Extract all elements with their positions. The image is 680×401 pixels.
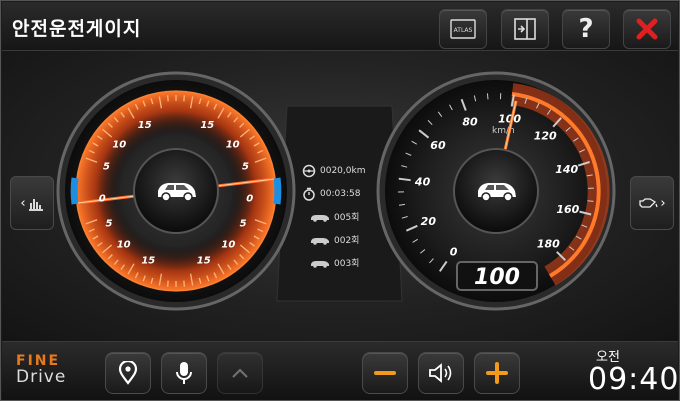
trip-stats: 0020,0km 00:03:58 005회 002회 003회 [302, 159, 392, 274]
brand-logo: FINE Drive [16, 353, 67, 387]
left-gauge-tick-label: 10 [112, 139, 126, 150]
left-gauge-tick-label: 10 [221, 239, 235, 250]
time-stat: 00:03:58 [302, 182, 392, 205]
help-button[interactable]: ? [562, 9, 610, 49]
split-screen-icon [514, 18, 536, 40]
gauge-panel: 15 10 5 0 5 10 15 15 10 5 0 5 10 15 0 20 40 60 80 100 120 14… [2, 51, 678, 341]
steering-wheel-icon [302, 164, 316, 177]
left-gauge-tick-label: 5 [240, 218, 247, 229]
clock-time: 09:40 [588, 362, 680, 397]
speed-tick-label: 40 [414, 176, 431, 189]
distance-stat: 0020,0km [302, 159, 392, 182]
bar-chart-icon [28, 199, 43, 211]
plus-icon [486, 362, 508, 384]
voice-button[interactable] [161, 352, 207, 394]
atlas-icon: ATLAS [450, 19, 476, 39]
split-screen-button[interactable] [501, 9, 549, 49]
left-gauge-tick-label: 10 [117, 239, 131, 250]
minus-icon [374, 371, 396, 375]
microphone-icon [176, 362, 192, 384]
speed-tick-label: 20 [421, 215, 437, 228]
page-title: 안전운전게이지 [12, 18, 142, 40]
location-button[interactable] [105, 352, 151, 394]
atlas-button[interactable]: ATLAS [439, 9, 487, 49]
left-gauge-tick-label: 0 [246, 193, 253, 204]
left-gauge-tick-label: 5 [242, 162, 249, 173]
left-gauge-tick-label: 15 [197, 256, 211, 267]
bottom-bar: FINE Drive 오전 09:40 [2, 341, 680, 400]
distance-value: 0020,0km [320, 165, 366, 176]
close-button[interactable] [623, 9, 671, 49]
left-gauge-tick-label: 5 [105, 218, 112, 229]
oil-can-icon [639, 198, 659, 208]
time-value: 00:03:58 [320, 188, 361, 199]
chevron-up-icon [232, 368, 248, 378]
left-gauge-tick-label: 5 [103, 162, 110, 173]
volume-down-button[interactable] [362, 352, 408, 394]
left-gauge-tick-label: 15 [200, 120, 214, 131]
car-accel-icon [311, 237, 329, 245]
speed-tick-label: 180 [537, 237, 560, 250]
speed-tick-label: 80 [462, 116, 478, 129]
left-gauge-tick-label: 0 [99, 193, 106, 204]
safety-gauge-left: 15 10 5 0 5 10 15 15 10 5 0 5 10 15 [56, 71, 296, 311]
speed-tick-label: 60 [430, 139, 446, 152]
volume-button[interactable] [418, 352, 464, 394]
left-gauge-tick-label: 15 [138, 120, 152, 131]
speaker-icon [429, 363, 452, 383]
help-icon: ? [578, 14, 594, 44]
car-brake-icon [311, 260, 329, 268]
svg-text:ATLAS: ATLAS [454, 27, 473, 34]
vehicle-check-button[interactable]: › [630, 176, 674, 230]
speed-tick-label: 0 [450, 246, 458, 259]
event-count-3: 003회 [302, 251, 392, 274]
volume-up-button[interactable] [474, 352, 520, 394]
stats-button[interactable]: ‹ [10, 176, 54, 230]
car-event-icon [311, 214, 329, 222]
chevron-left-icon: ‹ [20, 195, 26, 211]
event-count-2: 002회 [302, 228, 392, 251]
speed-tick-label: 140 [555, 163, 578, 176]
scroll-up-button[interactable] [217, 352, 263, 394]
stopwatch-icon [303, 187, 315, 201]
left-gauge-tick-label: 10 [226, 139, 240, 150]
app-window: 안전운전게이지 ATLAS ? 15 10 5 0 5 10 15 15 10 … [0, 0, 680, 401]
speed-readout: 100 [474, 265, 520, 290]
speed-tick-label: 160 [556, 203, 579, 216]
left-gauge-tick-label: 15 [141, 256, 155, 267]
close-icon [636, 18, 658, 40]
event-count-1: 005회 [302, 205, 392, 228]
speedometer: 020406080 100120140160180 km/h 100 [376, 71, 616, 311]
speed-tick-label: 120 [534, 130, 557, 143]
chevron-right-icon: › [660, 195, 666, 211]
title-bar: 안전운전게이지 ATLAS ? [2, 2, 678, 51]
map-pin-icon [118, 361, 138, 385]
clock: 오전 09:40 [588, 346, 680, 397]
